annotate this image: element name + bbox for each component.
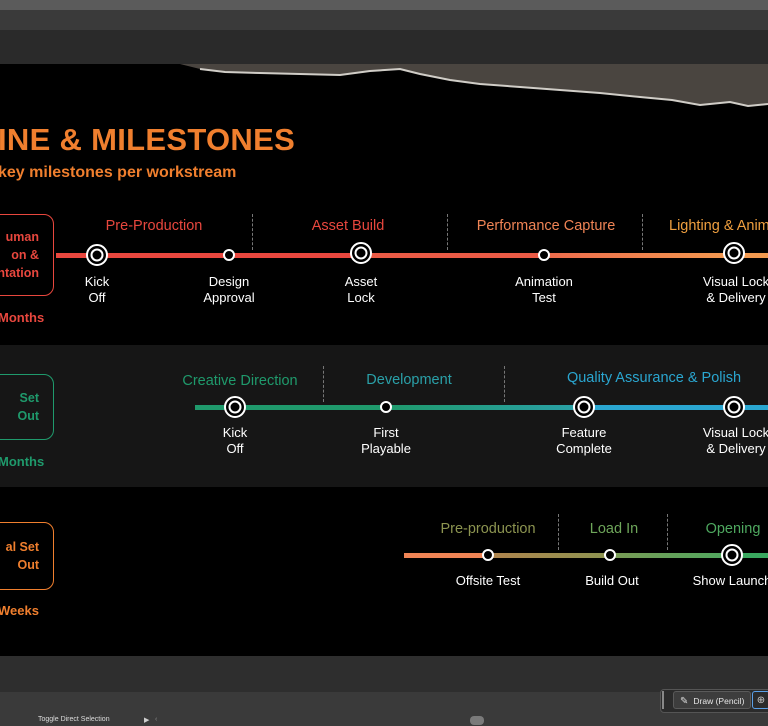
ws3-phase-divider (558, 514, 559, 550)
workstream-1-box-line: on & (11, 248, 39, 262)
ws3-milestone-label: Offsite Test (456, 573, 521, 589)
milestone-line: Show Launch (692, 573, 768, 588)
scroll-left-icon[interactable]: ‹ (155, 716, 157, 723)
ws2-phase-development: Development (366, 372, 452, 388)
ws1-phase-divider (642, 214, 643, 250)
workstream-1-duration: Months (0, 310, 45, 325)
pencil-icon: ✎ (680, 696, 689, 707)
ws1-phase-pre-production: Pre-Production (105, 218, 203, 234)
ws3-milestone-node-build-out[interactable] (604, 549, 616, 561)
milestone-line: Visual Lock (702, 274, 768, 289)
workstream-1-box-line: uman (5, 230, 39, 244)
artboard[interactable]: INE & MILESTONES key milestones per work… (0, 64, 768, 656)
milestone-line: Build Out (585, 573, 639, 588)
milestone-line: Kick (222, 425, 248, 440)
workstream-3-duration: Weeks (0, 603, 39, 618)
ws3-line-segment (488, 553, 610, 558)
workstream-1-box: uman on & ntation (0, 214, 54, 296)
ws3-phase-opening: Opening (705, 521, 761, 537)
milestone-line: Lock (347, 290, 375, 305)
workstream-2-box: Set Out (0, 374, 54, 440)
slide-title: INE & MILESTONES (0, 122, 296, 157)
slide-subtitle: key milestones per workstream (0, 164, 237, 181)
horizontal-scrollbar-thumb[interactable] (470, 716, 484, 725)
ws3-line-segment (610, 553, 732, 558)
tool-hint-text: Toggle Direct Selection (38, 716, 110, 723)
ws3-line-segment (404, 553, 488, 558)
ws1-line-segment (361, 253, 544, 258)
milestone-line: Test (532, 290, 556, 305)
ws2-milestone-label: Kick Off (223, 425, 248, 457)
ws2-phase-quality-assurance: Quality Assurance & Polish (566, 370, 742, 386)
status-bar (0, 692, 768, 726)
milestone-line: & Delivery (706, 441, 766, 456)
document-header-bar (0, 30, 768, 64)
workstream-3-box-line: al Set (5, 540, 39, 554)
ws3-milestone-label: Build Out (585, 573, 638, 589)
ws1-phase-lighting-animation: Lighting & Anim (669, 218, 768, 234)
milestone-line: Playable (361, 441, 411, 456)
ws3-phase-load-in: Load In (589, 521, 639, 537)
workstream-1-box-line: ntation (0, 266, 39, 280)
ws2-milestone-node-kickoff[interactable] (224, 396, 246, 418)
ws1-phase-asset-build: Asset Build (311, 218, 385, 234)
torn-paper-edge (180, 64, 768, 108)
ws2-milestone-label: First Playable (361, 425, 411, 457)
ws2-phase-divider (504, 366, 505, 402)
ws1-milestone-node-visual-lock[interactable] (723, 242, 745, 264)
milestone-line: Approval (203, 290, 255, 305)
ws3-phase-pre-production: Pre-production (440, 521, 536, 537)
milestone-line: Offsite Test (455, 573, 521, 588)
ws1-milestone-label: Animation Test (515, 274, 573, 306)
add-layer-icon[interactable]: ⊕ (752, 691, 768, 709)
top-strip (0, 0, 768, 10)
ws2-milestone-node-feature-complete[interactable] (573, 396, 595, 418)
ws1-milestone-node-animation-test[interactable] (538, 249, 550, 261)
ws1-line-segment (544, 253, 734, 258)
ws2-milestone-node-first-playable[interactable] (380, 401, 392, 413)
ws1-milestone-label: Asset Lock (345, 274, 378, 306)
workstream-2-duration: Months (0, 454, 45, 469)
draw-pencil-label: Draw (Pencil) (693, 696, 745, 706)
workstream-3-box-line: Out (17, 558, 39, 572)
workstream-3-box: al Set Out (0, 522, 54, 590)
milestone-line: Kick (84, 274, 110, 289)
ws1-phase-performance-capture: Performance Capture (476, 218, 616, 234)
ws1-milestone-label: Kick Off (85, 274, 110, 306)
milestone-line: Animation (515, 274, 573, 289)
milestone-line: & Delivery (706, 290, 766, 305)
draw-widget-grip[interactable] (662, 691, 664, 709)
milestone-line: Asset (344, 274, 378, 289)
ws2-milestone-label: Visual Lock & Delivery (703, 425, 768, 457)
ws2-milestone-node-visual-lock[interactable] (723, 396, 745, 418)
ws2-phase-creative-direction: Creative Direction (182, 373, 298, 389)
milestone-line: Feature (561, 425, 607, 440)
ws2-milestone-label: Feature Complete (556, 425, 612, 457)
ws1-milestone-node-design-approval[interactable] (223, 249, 235, 261)
milestone-line: Off (88, 290, 106, 305)
ws1-milestone-node-asset-lock[interactable] (350, 242, 372, 264)
ws2-line-segment (387, 405, 584, 410)
milestone-line: Off (226, 441, 244, 456)
ws1-phase-divider (447, 214, 448, 250)
milestone-line: Complete (556, 441, 612, 456)
play-icon[interactable]: ▶ (144, 716, 149, 724)
workstream-2-box-line: Out (17, 409, 39, 423)
ws3-milestone-node-show-launch[interactable] (721, 544, 743, 566)
workstream-2-band (0, 345, 768, 487)
draw-pencil-button[interactable]: ✎ Draw (Pencil) (673, 691, 752, 709)
bottom-panel (0, 656, 768, 692)
ws1-phase-divider (252, 214, 253, 250)
ws3-milestone-label: Show Launch (693, 573, 768, 589)
ws1-milestone-label: Design Approval (203, 274, 254, 306)
ws3-milestone-node-offsite-test[interactable] (482, 549, 494, 561)
milestone-line: First (373, 425, 399, 440)
ws1-milestone-label: Visual Lock & Delivery (703, 274, 768, 306)
ws2-phase-divider (323, 366, 324, 402)
milestone-line: Design (208, 274, 250, 289)
ws1-milestone-node-kickoff[interactable] (86, 244, 108, 266)
milestone-line: Visual Lock (702, 425, 768, 440)
ws3-phase-divider (667, 514, 668, 550)
workstream-2-box-line: Set (19, 391, 39, 405)
